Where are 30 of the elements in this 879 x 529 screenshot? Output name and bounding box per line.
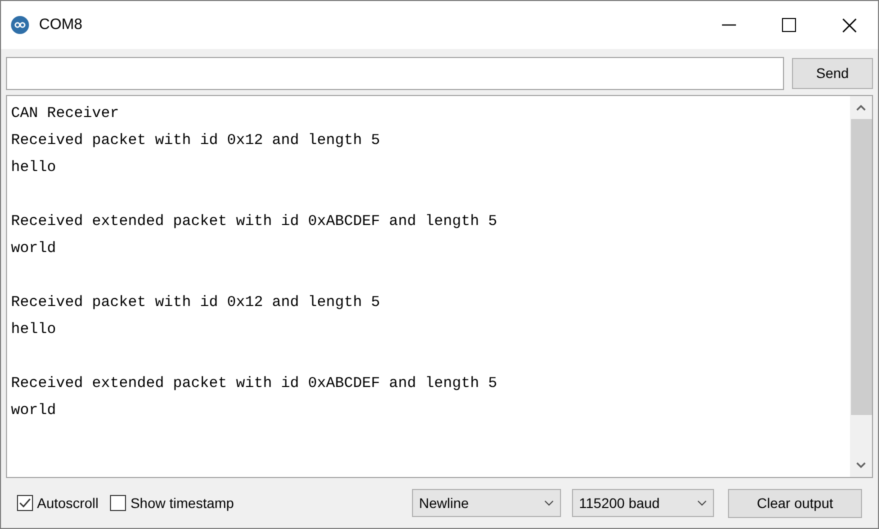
output-line: CAN Receiver: [11, 104, 120, 124]
scrollbar[interactable]: [850, 96, 872, 477]
checkbox[interactable]: [110, 495, 126, 511]
output-line: world: [11, 401, 58, 421]
output-line: Received extended packet with id 0xABCDEF and length 5: [11, 374, 498, 394]
output-line: Received packet with id 0x12 and length 5: [11, 293, 382, 313]
chevron-down-icon: [544, 500, 554, 506]
output-line: Received extended packet with id 0xABCDEF and length 5: [11, 212, 498, 232]
chevron-down-icon: [697, 500, 707, 506]
send-button[interactable]: Send: [792, 58, 873, 89]
line-ending-value: Newline: [419, 494, 470, 512]
checkbox[interactable]: [17, 495, 33, 511]
scroll-up-icon[interactable]: [856, 104, 866, 111]
scrollbar-thumb[interactable]: [850, 119, 872, 415]
checkbox-label: Autoscroll: [37, 494, 98, 512]
window-title: COM8: [39, 14, 82, 35]
output-line: Received packet with id 0x12 and length 5: [11, 131, 382, 151]
output-line: world: [11, 239, 58, 259]
maximize-icon: [782, 18, 796, 32]
app-logo-icon: [11, 16, 29, 34]
checkbox-label: Show timestamp: [130, 494, 234, 513]
scroll-down-icon[interactable]: [856, 462, 866, 469]
line-ending-dropdown[interactable]: Newline: [412, 489, 561, 517]
close-icon: [842, 18, 856, 32]
minimize-icon: [722, 24, 736, 26]
output-line: hello: [11, 158, 58, 178]
output-line: hello: [11, 320, 58, 340]
clear-output-button[interactable]: Clear output: [728, 488, 862, 518]
message-input-field[interactable]: [6, 57, 784, 90]
baud-rate-dropdown[interactable]: 115200 baud: [572, 489, 714, 517]
